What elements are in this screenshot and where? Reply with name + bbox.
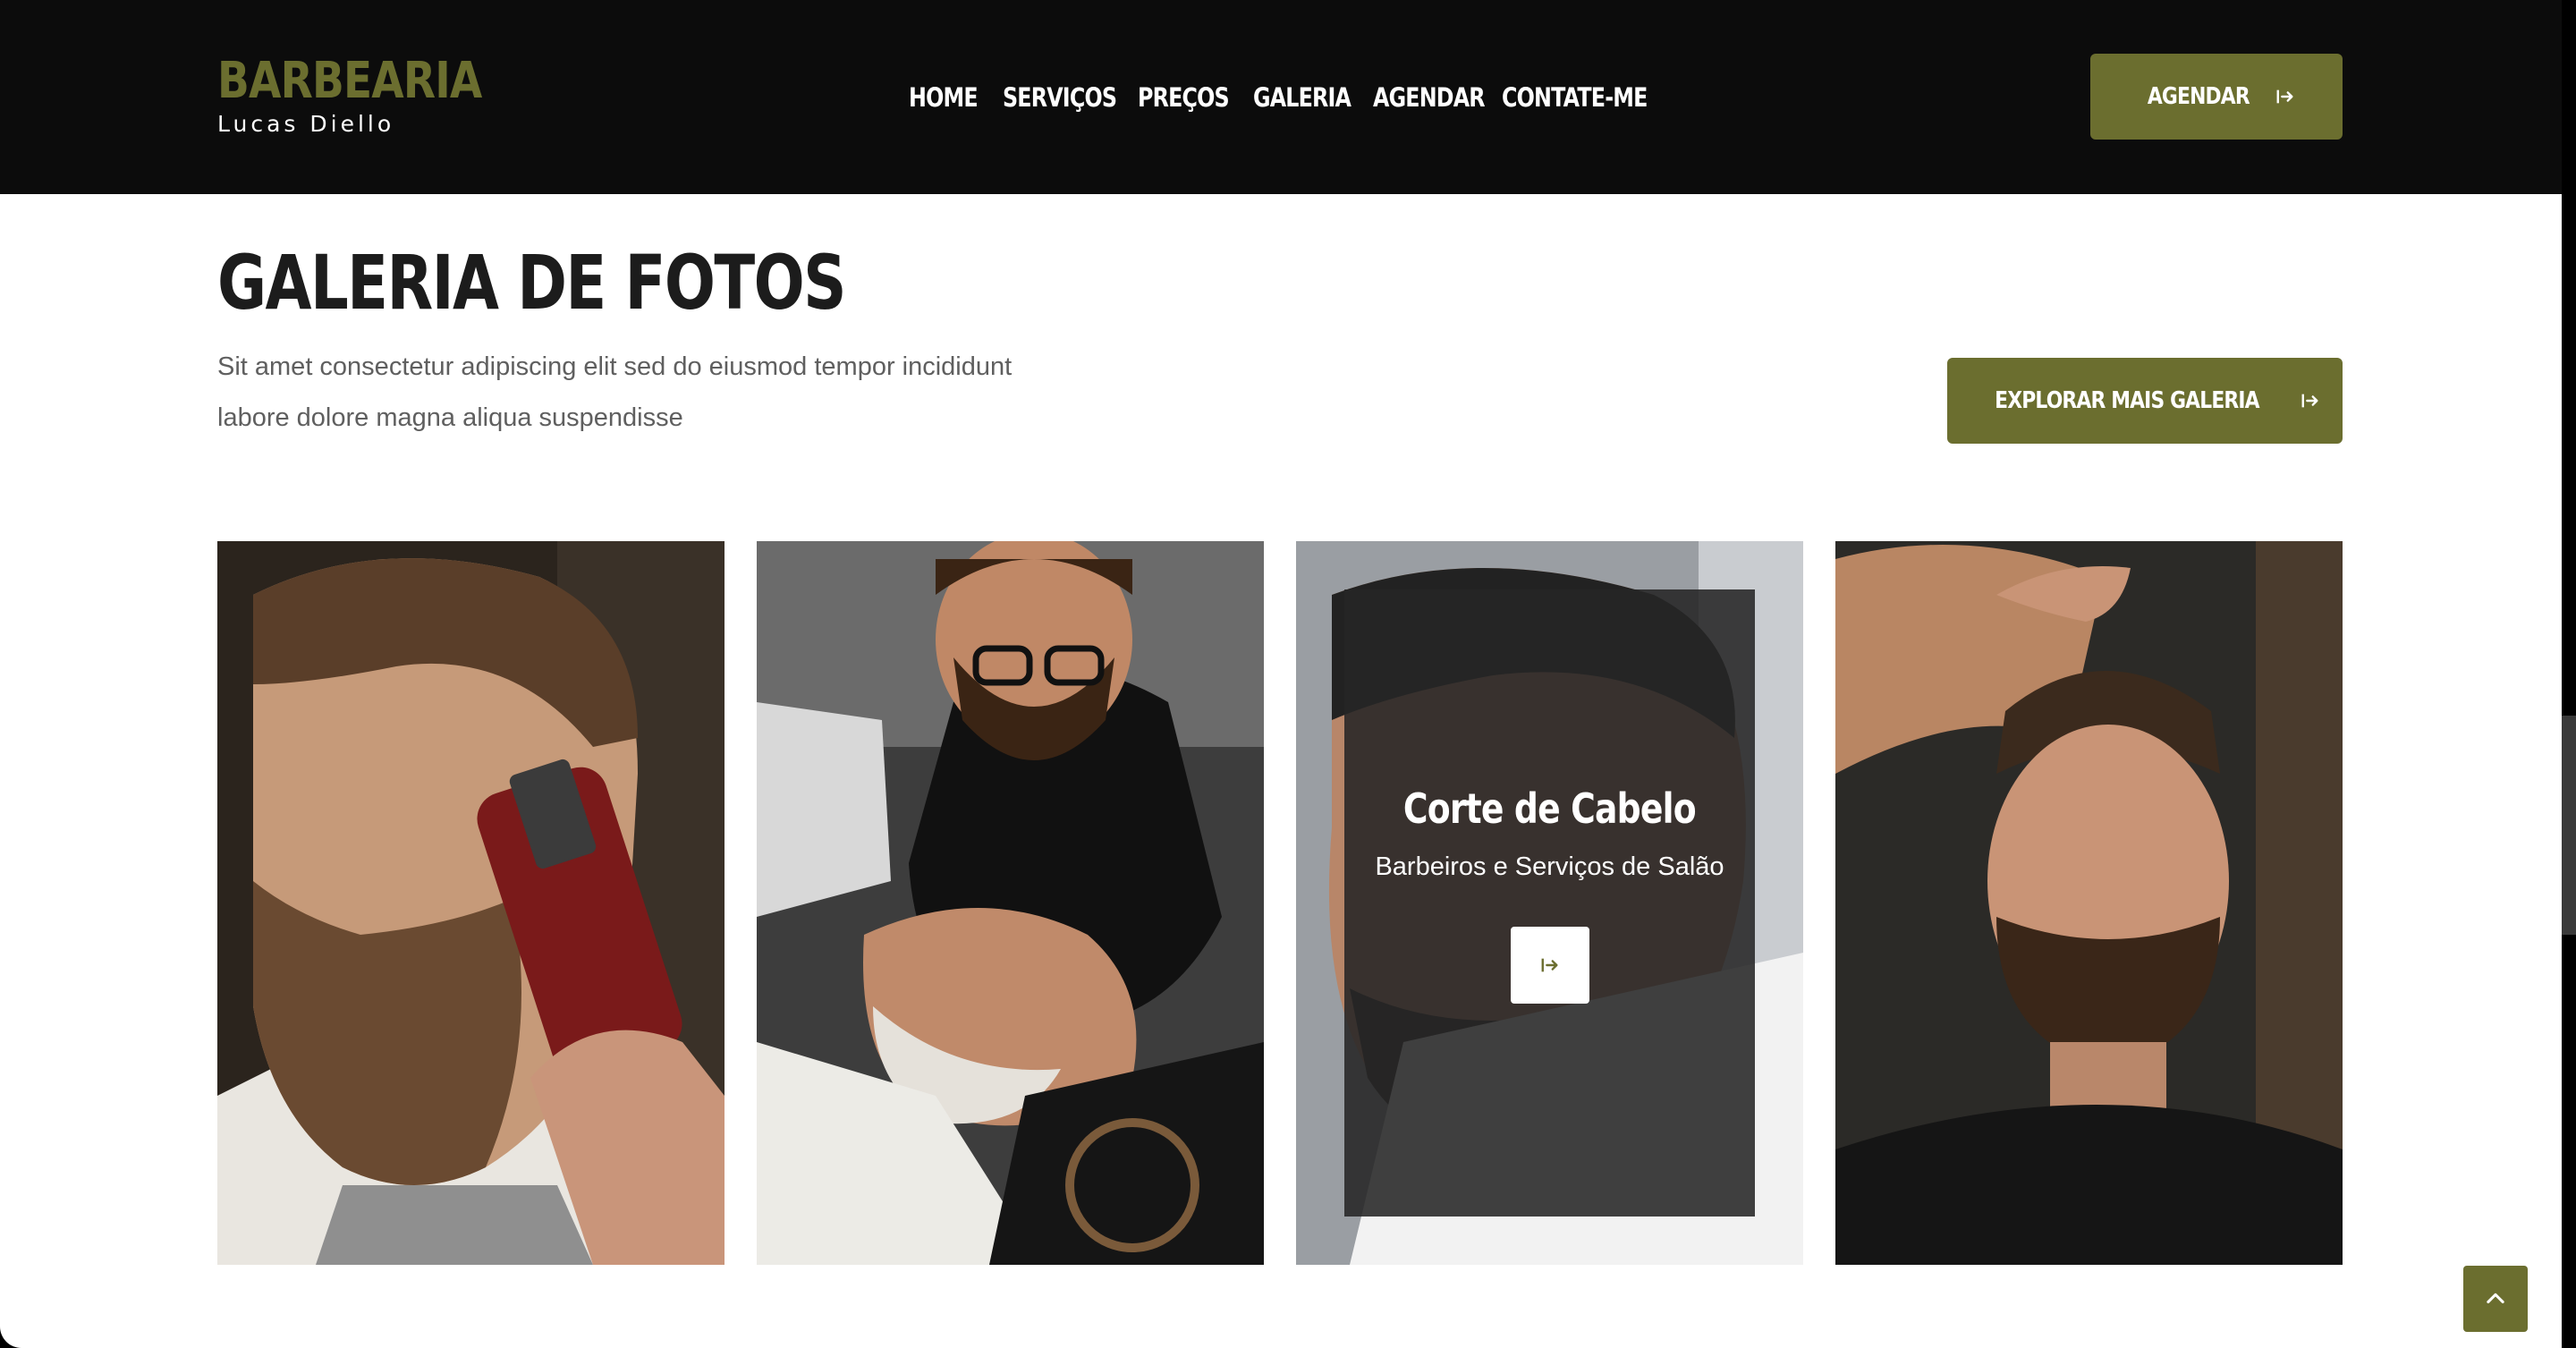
arrow-right-to-bar-icon: [2301, 394, 2318, 408]
brand-logo[interactable]: BARBEARIA Lucas Diello: [217, 52, 532, 140]
arrow-right-to-bar-icon: [1541, 958, 1558, 972]
gallery-card-beard-trim[interactable]: [217, 541, 724, 1265]
nav-home[interactable]: HOME: [909, 79, 979, 116]
overlay-title: Corte de Cabelo: [1403, 784, 1697, 833]
photo-barber-shaving-client: [757, 541, 1264, 1265]
nav-agendar[interactable]: AGENDAR: [1373, 79, 1486, 116]
nav-precos[interactable]: PREÇOS: [1138, 79, 1230, 116]
brand-subtitle: Lucas Diello: [217, 111, 395, 137]
scrollbar-thumb[interactable]: [2562, 716, 2576, 935]
gallery-title: GALERIA DE FOTOS: [217, 239, 847, 326]
nav-contate-me[interactable]: CONTATE-ME: [1502, 79, 1648, 116]
card-overlay: Corte de Cabelo Barbeiros e Serviços de …: [1344, 589, 1755, 1217]
overlay-subtitle: Barbeiros e Serviços de Salão: [1375, 852, 1724, 881]
nav-galeria[interactable]: GALERIA: [1253, 79, 1352, 116]
site-header: BARBEARIA Lucas Diello HOME SERVIÇOS PRE…: [0, 0, 2562, 194]
photo-barber-trimming-beard: [217, 541, 724, 1265]
explore-gallery-button-label: EXPLORAR MAIS GALERIA: [1995, 387, 2259, 414]
gallery-card-shaving[interactable]: [757, 541, 1264, 1265]
arrow-right-to-bar-icon: [2276, 89, 2293, 104]
agendar-button-label: AGENDAR: [2147, 83, 2250, 110]
back-to-top-button[interactable]: [2463, 1266, 2528, 1332]
nav-servicos[interactable]: SERVIÇOS: [1003, 79, 1117, 116]
gallery-description: Sit amet consectetur adipiscing elit sed…: [217, 352, 1013, 432]
gallery-card-styling[interactable]: [1835, 541, 2343, 1265]
gallery-card-haircut[interactable]: Corte de Cabelo Barbeiros e Serviços de …: [1296, 541, 1803, 1265]
agendar-button[interactable]: AGENDAR: [2090, 54, 2343, 140]
chevron-up-icon: [2487, 1293, 2504, 1304]
overlay-link-button[interactable]: [1510, 927, 1589, 1004]
main-nav: HOME SERVIÇOS PREÇOS GALERIA AGENDAR CON…: [909, 79, 1648, 116]
photo-hair-styling: [1835, 541, 2343, 1265]
brand-name: BARBEARIA: [217, 52, 482, 110]
explore-gallery-button[interactable]: EXPLORAR MAIS GALERIA: [1947, 358, 2343, 444]
page: BARBEARIA Lucas Diello HOME SERVIÇOS PRE…: [0, 0, 2562, 1348]
